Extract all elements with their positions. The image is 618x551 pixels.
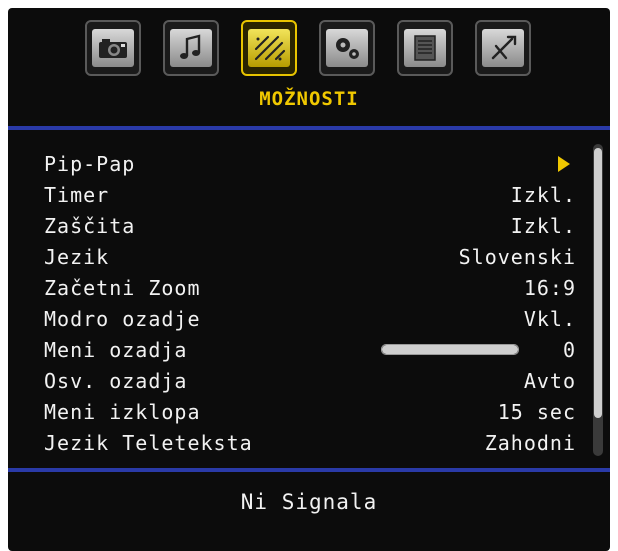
menu-item-teletext-language[interactable]: Jezik Teleteksta Zahodni [44,427,576,458]
menu-item-value: 0 [562,337,576,362]
menu-item-backlight[interactable]: Osv. ozadja Avto [44,365,576,396]
submenu-arrow-icon [558,155,570,172]
menu-item-label: Meni izklopa [44,399,201,424]
menu-item-value: Slovenski [458,244,576,269]
menu-item-value: Avto [523,368,576,393]
menu-item-label: Jezik Teleteksta [44,430,253,455]
menu-item-label: Zaščita [44,213,136,238]
gear-icon [336,38,359,59]
menu-item-label: Začetni Zoom [44,275,201,300]
options-menu-list: Pip-Pap Timer Izkl. Zaščita Izkl. Jezik … [44,148,576,458]
tab-settings[interactable] [319,20,375,76]
bottom-divider [8,468,610,472]
top-divider [8,126,610,130]
menu-item-default-zoom[interactable]: Začetni Zoom 16:9 [44,272,576,303]
tab-source-list[interactable] [397,20,453,76]
menu-item-value: 16:9 [523,275,576,300]
menu-scrollbar[interactable] [593,144,603,456]
menu-background-slider[interactable] [380,344,519,355]
tab-options[interactable] [241,20,297,76]
music-note-icon [180,34,201,59]
options-wand-icon [254,35,286,61]
no-signal-status: Ni Signala [240,490,378,514]
menu-item-label: Jezik [44,244,110,269]
menu-item-menu-timeout[interactable]: Meni izklopa 15 sec [44,396,576,427]
tab-picture[interactable] [85,20,141,76]
tab-install[interactable] [475,20,531,76]
menu-item-value: Izkl. [510,182,576,207]
menu-background-control: 0 [380,337,576,362]
scrollbar-thumb[interactable] [594,148,602,418]
menu-title: MOŽNOSTI [259,88,359,110]
menu-item-value: 15 sec [497,399,576,424]
menu-item-label: Modro ozadje [44,306,201,331]
menu-item-label: Meni ozadja [44,337,188,362]
menu-item-timer[interactable]: Timer Izkl. [44,179,576,210]
list-document-icon [414,35,436,61]
menu-icon-bar [8,20,610,90]
menu-item-label: Osv. ozadja [44,368,188,393]
slider-fill [381,345,518,354]
menu-item-value: Vkl. [523,306,576,331]
menu-item-language[interactable]: Jezik Slovenski [44,241,576,272]
tab-sound[interactable] [163,20,219,76]
menu-item-pip-pap[interactable]: Pip-Pap [44,148,576,179]
menu-item-value: Izkl. [510,213,576,238]
menu-item-value: Zahodni [484,430,576,455]
menu-item-child-lock[interactable]: Zaščita Izkl. [44,210,576,241]
camera-icon [99,39,127,58]
menu-item-menu-background[interactable]: Meni ozadja 0 [44,334,576,365]
tools-icon [491,35,517,60]
menu-item-blue-background[interactable]: Modro ozadje Vkl. [44,303,576,334]
menu-item-label: Timer [44,182,110,207]
menu-item-label: Pip-Pap [44,151,136,176]
tv-osd-screen: MOŽNOSTI Pip-Pap Timer Izkl. Zaščita Izk… [8,8,610,551]
